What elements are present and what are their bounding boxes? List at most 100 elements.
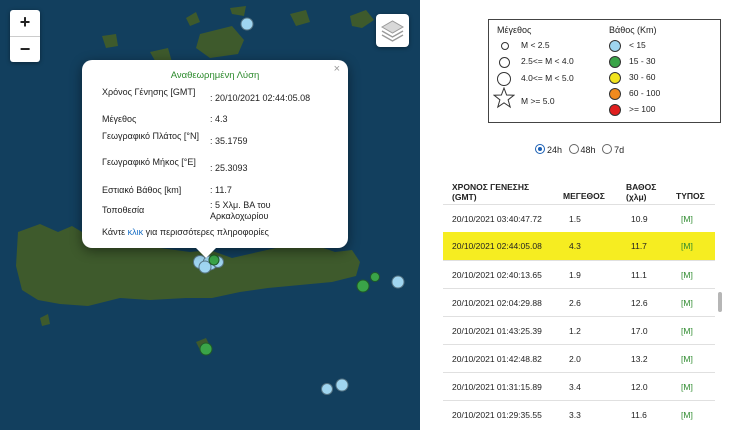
table-scrollbar[interactable] [718,292,722,312]
cell-type: [M] [681,354,693,364]
quake-marker[interactable] [335,378,349,392]
range-label: 7d [614,145,625,155]
popup-value-time: : 20/10/2021 02:44:05.08 [210,93,311,103]
table-row[interactable]: 20/10/2021 03:40:47.72 1.5 10.9 [M] [443,204,715,233]
table-row-selected[interactable]: 20/10/2021 02:44:05.08 4.3 11.7 [M] [443,232,715,260]
cell-time: 20/10/2021 02:44:05.08 [452,241,542,251]
time-range-selector: 24h 48h 7d [535,144,628,155]
column-header-magnitude[interactable]: ΜΕΓΕΘΟΣ [563,191,605,201]
cell-depth: 13.2 [631,354,648,364]
table-row[interactable]: 20/10/2021 02:40:13.65 1.9 11.1 [M] [443,260,715,289]
more-info-suffix: για περισσότερες πληροφορίες [143,227,269,237]
depth-swatch [609,88,621,100]
cell-type: [M] [681,410,693,420]
cell-depth: 11.7 [631,241,647,251]
column-header-depth[interactable]: ΒΑΘΟΣ (χλμ) [626,182,656,202]
quake-marker[interactable] [370,272,380,282]
earthquake-map[interactable]: + − × Αναθεωρημένη Λύση Χρόνος Γένησης [… [0,0,420,430]
layers-button[interactable] [376,14,409,47]
quake-marker[interactable] [356,279,370,293]
column-header-time[interactable]: ΧΡΟΝΟΣ ΓΕΝΕΣΗΣ (GMT) [452,182,529,202]
legend-depth-item: 60 - 100 [629,88,661,98]
zoom-in-button[interactable]: + [10,10,40,37]
cell-magnitude: 3.3 [569,410,581,420]
legend-magnitude-title: Μέγεθος [497,25,532,35]
depth-swatch [609,40,621,52]
legend-magnitude-item: 2.5<= M < 4.0 [521,56,574,66]
zoom-out-button[interactable]: − [10,37,40,63]
legend-magnitude-item: 4.0<= M < 5.0 [521,73,574,83]
radio-icon[interactable] [535,144,545,154]
popup-value-depth: : 11.7 [210,185,232,195]
quake-marker[interactable] [391,275,405,289]
header-depth-label: ΒΑΘΟΣ [626,182,657,192]
popup-label-magnitude: Μέγεθος [102,114,137,124]
table-row[interactable]: 20/10/2021 01:43:25.39 1.2 17.0 [M] [443,316,715,345]
range-option-7d[interactable]: 7d [602,144,625,155]
more-info-link[interactable]: κλικ [128,227,144,237]
cell-type: [M] [681,382,693,392]
cell-magnitude: 2.0 [569,354,581,364]
magnitude-small-icon [501,42,509,50]
radio-icon[interactable] [602,144,613,154]
table-row[interactable]: 20/10/2021 02:04:29.88 2.6 12.6 [M] [443,288,715,317]
column-header-type[interactable]: ΤΥΠΟΣ [676,191,705,201]
cell-depth: 12.0 [631,382,648,392]
legend-depth-title: Βάθος (Km) [609,25,657,35]
map-legend: Μέγεθος Βάθος (Km) M < 2.5 2.5<= M < 4.0… [488,19,721,123]
range-label: 48h [580,145,596,155]
popup-title: Αναθεωρημένη Λύση [170,70,260,81]
cell-depth: 11.1 [631,270,647,280]
quake-marker[interactable] [199,342,213,356]
legend-depth-item: 30 - 60 [629,72,656,82]
popup-value-latitude: : 35.1759 [210,136,248,146]
cell-depth: 10.9 [631,214,648,224]
popup-value-location: : 5 Χλμ. ΒΑ του Αρκαλοχωρίου [210,200,271,221]
cell-type: [M] [681,214,693,224]
cell-type: [M] [681,270,693,280]
cell-depth: 12.6 [631,298,648,308]
legend-magnitude-item: M < 2.5 [521,40,550,50]
popup-label-time: Χρόνος Γένησης [GMT] [102,87,196,97]
cell-magnitude: 4.3 [569,241,581,251]
magnitude-star-icon [493,87,515,109]
quake-info-popup: × Αναθεωρημένη Λύση Χρόνος Γένησης [GMT]… [82,60,348,258]
range-option-48h[interactable]: 48h [568,144,596,155]
zoom-control: + − [10,10,40,62]
table-row[interactable]: 20/10/2021 01:42:48.82 2.0 13.2 [M] [443,344,715,373]
popup-label-depth: Εστιακό Βάθος [km] [102,185,182,195]
quake-marker[interactable] [240,17,254,31]
layers-icon [380,20,405,42]
cell-time: 20/10/2021 02:04:29.88 [452,298,542,308]
range-option-24h[interactable]: 24h [535,144,562,155]
depth-swatch [609,104,621,116]
popup-label-latitude: Γεωγραφικό Πλάτος [°N] [102,131,199,141]
popup-value-longitude: : 25.3093 [210,163,248,173]
radio-icon[interactable] [568,144,579,154]
cell-time: 20/10/2021 01:42:48.82 [452,354,542,364]
cell-depth: 17.0 [631,326,648,336]
cell-time: 20/10/2021 01:29:35.55 [452,410,542,420]
cell-type: [M] [681,298,693,308]
legend-magnitude-item: M >= 5.0 [521,96,555,106]
magnitude-large-icon [497,72,511,86]
cell-magnitude: 2.6 [569,298,581,308]
cell-time: 20/10/2021 01:31:15.89 [452,382,542,392]
depth-swatch [609,56,621,68]
magnitude-medium-icon [499,57,510,68]
popup-label-longitude: Γεωγραφικό Μήκος [°E] [102,157,196,167]
header-depth-sub: (χλμ) [626,192,647,202]
depth-swatch [609,72,621,84]
cell-magnitude: 1.2 [569,326,581,336]
cell-time: 20/10/2021 03:40:47.72 [452,214,542,224]
cell-depth: 11.6 [631,410,647,420]
legend-depth-item: 15 - 30 [629,56,656,66]
table-row[interactable]: 20/10/2021 01:31:15.89 3.4 12.0 [M] [443,372,715,401]
cell-time: 20/10/2021 02:40:13.65 [452,270,542,280]
header-time-sub: (GMT) [452,192,477,202]
header-time-label: ΧΡΟΝΟΣ ΓΕΝΕΣΗΣ [452,182,530,192]
table-row[interactable]: 20/10/2021 01:29:35.55 3.3 11.6 [M] [443,400,715,429]
quake-marker[interactable] [321,383,333,395]
popup-label-location: Τοποθεσία [102,205,145,215]
cell-type: [M] [681,241,693,251]
